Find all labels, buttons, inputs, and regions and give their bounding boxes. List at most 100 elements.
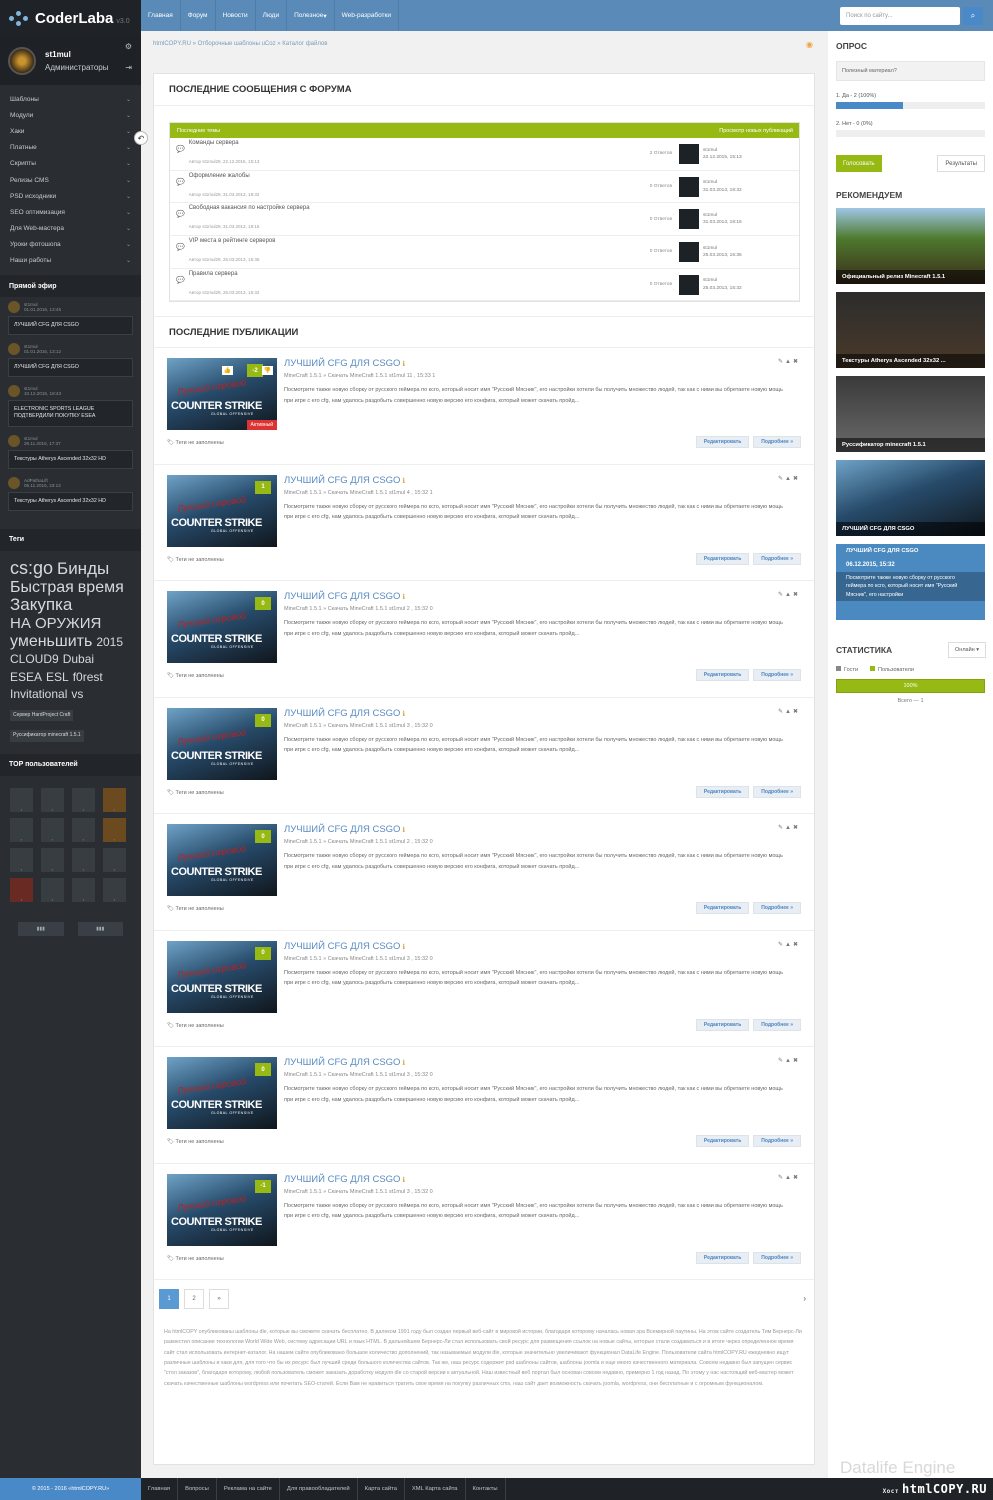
logo[interactable]: CoderLaba v3.0 [0,0,141,37]
top-user-avatar[interactable]: ▪ [103,817,126,842]
nav-2[interactable]: Новости [216,0,256,31]
nav-3[interactable]: Люди [256,0,288,31]
top-user-avatar[interactable]: ▪ [72,817,95,842]
nav-0[interactable]: Главная [141,0,181,31]
counter-badge[interactable]: ▮▮▮ [18,921,64,936]
publication-title[interactable]: ЛУЧШИЙ CFG ДЛЯ CSGO ℹ [284,1057,405,1068]
top-user-avatar[interactable]: ▪ [10,877,33,902]
thumb-up-icon[interactable]: 👍 [221,366,233,376]
forum-topic-link[interactable]: VIP места в рейтинге серверов [189,238,622,244]
menu-item[interactable]: Для Web-мастера ⌄ [0,221,141,237]
page-2[interactable]: 2 [184,1289,204,1309]
top-user-avatar[interactable]: ▪ [41,817,64,842]
edit-button[interactable]: Редактировать [695,552,750,565]
publication-thumbnail[interactable]: Лучший игровой COUNTER STRIKE GLOBAL OFFEN… [167,1173,277,1246]
edit-button[interactable]: Редактировать [695,669,750,682]
search-input[interactable]: Поиск по сайту... [840,6,960,25]
top-user-avatar[interactable]: ▪ [41,877,64,902]
last-user[interactable]: st1mul [703,180,717,185]
admin-icons[interactable]: ✎▲✖ [778,475,800,482]
recommend-card[interactable]: Официальный релиз Minecraft 1.5.1 [836,208,985,284]
tag-link[interactable]: ESEA [10,670,42,684]
last-user[interactable]: st1mul [703,278,717,283]
edit-button[interactable]: Редактировать [695,436,750,449]
footer-link[interactable]: Вопросы [178,1478,217,1500]
forum-row[interactable]: 💬 Правила сервера Автор st1mul29, 25.03.20… [170,269,799,302]
top-user-avatar[interactable]: ▪ [72,847,95,872]
top-user-avatar[interactable]: ▪ [10,817,33,842]
avatar[interactable] [8,47,36,75]
tag-link[interactable]: время [78,579,124,597]
search-icon[interactable]: ⌕ [963,6,983,25]
menu-item[interactable]: Скрипты ⌄ [0,156,141,172]
publication-thumbnail[interactable]: Лучший игровой COUNTER STRIKE GLOBAL OFFEN… [167,358,277,431]
edit-button[interactable]: Редактировать [695,1251,750,1264]
top-user-avatar[interactable]: ▪ [41,787,64,812]
tag-link[interactable]: 2015 [96,635,123,649]
edit-button[interactable]: Редактировать [695,1018,750,1031]
rating-badge[interactable]: 0 [255,597,271,611]
nav-1[interactable]: Форум [181,0,216,31]
admin-icons[interactable]: ✎▲✖ [778,1174,800,1181]
edit-button[interactable]: Редактировать [695,1135,750,1148]
last-user[interactable]: st1mul [703,148,717,153]
publication-title[interactable]: ЛУЧШИЙ CFG ДЛЯ CSGO ℹ [284,824,405,835]
last-user[interactable]: st1mul [703,246,717,251]
view-new-link[interactable]: Просмотр новых публикаций [719,128,793,134]
results-button[interactable]: Результаты [937,155,985,172]
footer-link[interactable]: Контакты [466,1478,506,1500]
thumb-down-icon[interactable]: 👎 [261,366,273,376]
stats-dropdown[interactable]: Онлайн ▾ [948,642,986,658]
publication-thumbnail[interactable]: Лучший игровой COUNTER STRIKE GLOBAL OFFEN… [167,707,277,780]
menu-item[interactable]: SEO оптимизация ⌄ [0,204,141,220]
forum-row[interactable]: 💬 Свободная вакансия по настройке сервера… [170,203,799,237]
publication-title[interactable]: ЛУЧШИЙ CFG ДЛЯ CSGO ℹ [284,475,405,486]
tag-link[interactable]: Dubai [63,652,94,666]
rating-badge[interactable]: 0 [255,1063,271,1077]
tag-link[interactable]: ESL [46,670,69,684]
rating-badge[interactable]: 0 [255,946,271,960]
menu-item[interactable]: Релизы CMS ⌄ [0,172,141,188]
tag-link[interactable]: НА ОРУЖИЯ [10,615,101,633]
footer-link[interactable]: Главная [141,1478,179,1500]
top-user-avatar[interactable]: ▪ [10,847,33,872]
more-button[interactable]: Подробнее » [753,436,801,449]
collapse-sidebar-button[interactable]: ↶ [134,131,148,145]
forum-row[interactable]: 💬 Оформление жалобы Автор st1mul29, 31.03.… [170,171,799,204]
forum-topic-link[interactable]: Правила сервера [189,271,622,277]
forum-topic-link[interactable]: Оформление жалобы [189,173,622,179]
admin-icons[interactable]: ✎▲✖ [778,941,800,948]
admin-icons[interactable]: ✎▲✖ [778,708,800,715]
live-text[interactable]: ELECTRONIC SPORTS LEAGUE ПОДТВЕРДИЛИ ПОК… [8,400,133,427]
publication-thumbnail[interactable]: Лучший игровой COUNTER STRIKE GLOBAL OFFEN… [167,940,277,1013]
rss-icon[interactable]: ◉ [806,40,813,49]
more-button[interactable]: Подробнее » [753,552,801,565]
edit-button[interactable]: Редактировать [695,902,750,915]
more-button[interactable]: Подробнее » [753,785,801,798]
tag-link[interactable]: CLOUD9 [10,652,59,666]
tag-link[interactable]: Бинды [57,559,109,579]
live-item[interactable]: AdPathaLift 05.11.2015, 23:13 Текстуры Ath… [8,476,133,511]
page-»[interactable]: » [209,1289,229,1309]
tag-link[interactable]: Сервер HardProject Craft [10,709,74,722]
recommend-card[interactable]: Текстуры Atherys Ascended 32x32 ... [836,292,985,368]
rating-badge[interactable]: 1 [255,480,271,494]
forum-topic-link[interactable]: Команды сервера [189,140,622,146]
tag-link[interactable]: Быстрая [10,579,74,597]
recommend-card[interactable]: ЛУЧШИЙ CFG ДЛЯ CSGO 06.12.2015, 15:32 По… [836,544,985,620]
top-user-avatar[interactable]: ▪ [72,877,95,902]
nav-5[interactable]: Web-разработки [335,0,400,31]
more-button[interactable]: Подробнее » [753,902,801,915]
live-item[interactable]: st1mul 01.01.2016, 13:12 ЛУЧШИЙ CFG ДЛЯ CS… [8,343,133,378]
vote-button[interactable]: Голосовать [836,155,882,172]
top-user-avatar[interactable]: ▪ [103,847,126,872]
breadcrumb[interactable]: htmlCOPY.RU » Отборочные шаблоны uCoz » … [153,41,327,47]
tag-link[interactable]: cs:go [10,558,53,579]
publication-thumbnail[interactable]: Лучший игровой COUNTER STRIKE GLOBAL OFFEN… [167,591,277,664]
rating-badge[interactable]: 0 [255,713,271,727]
live-text[interactable]: Текстуры Atherys Ascended 32x32 HD [8,491,133,511]
publication-thumbnail[interactable]: Лучший игровой COUNTER STRIKE GLOBAL OFFEN… [167,1057,277,1130]
next-page-icon[interactable]: › [803,1294,806,1303]
rating-badge[interactable]: 0 [255,830,271,844]
live-text[interactable]: Текстуры Atherys Ascended 32x32 HD [8,449,133,469]
